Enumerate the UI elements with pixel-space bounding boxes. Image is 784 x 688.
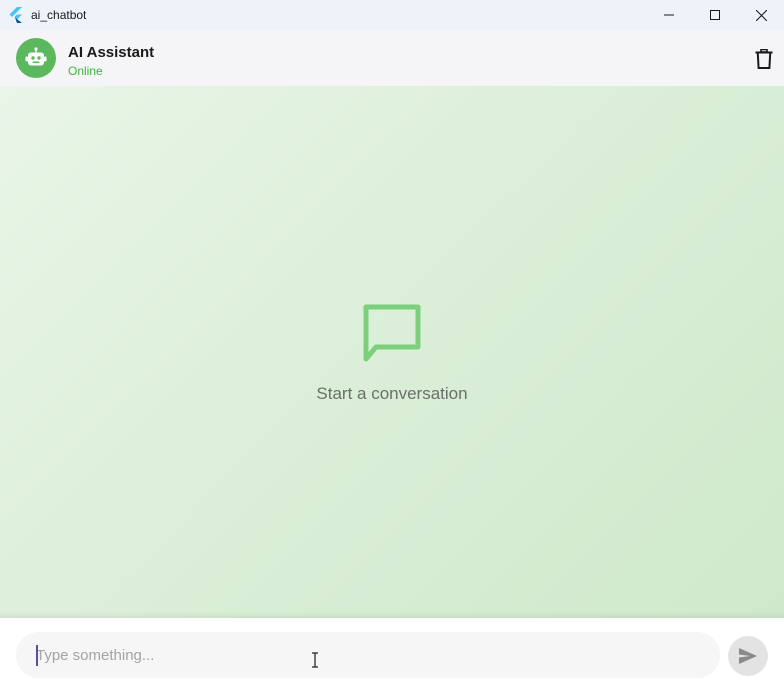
maximize-button[interactable] xyxy=(692,0,738,30)
close-icon xyxy=(755,9,767,21)
text-caret xyxy=(36,645,38,666)
empty-state-text: Start a conversation xyxy=(316,384,468,403)
trash-icon xyxy=(755,49,773,69)
composer-bar xyxy=(0,618,784,688)
window-titlebar: ai_chatbot xyxy=(0,0,784,30)
chat-header: AI Assistant Online xyxy=(0,30,784,86)
maximize-icon xyxy=(710,10,720,20)
message-input[interactable] xyxy=(16,632,720,678)
minimize-icon xyxy=(664,14,674,16)
send-button[interactable] xyxy=(728,636,768,676)
chat-bubble-icon xyxy=(363,304,421,362)
online-status: Online xyxy=(68,64,103,78)
avatar xyxy=(16,38,56,78)
robot-icon xyxy=(25,47,47,66)
send-icon xyxy=(739,648,757,664)
window-title: ai_chatbot xyxy=(31,8,87,22)
assistant-name: AI Assistant xyxy=(68,44,155,61)
close-button[interactable] xyxy=(738,0,784,30)
message-list[interactable]: Start a conversation xyxy=(0,86,784,618)
ibeam-cursor-icon xyxy=(312,652,318,668)
minimize-button[interactable] xyxy=(646,0,692,30)
flutter-logo-icon xyxy=(9,7,22,23)
clear-chat-button[interactable] xyxy=(752,47,776,71)
